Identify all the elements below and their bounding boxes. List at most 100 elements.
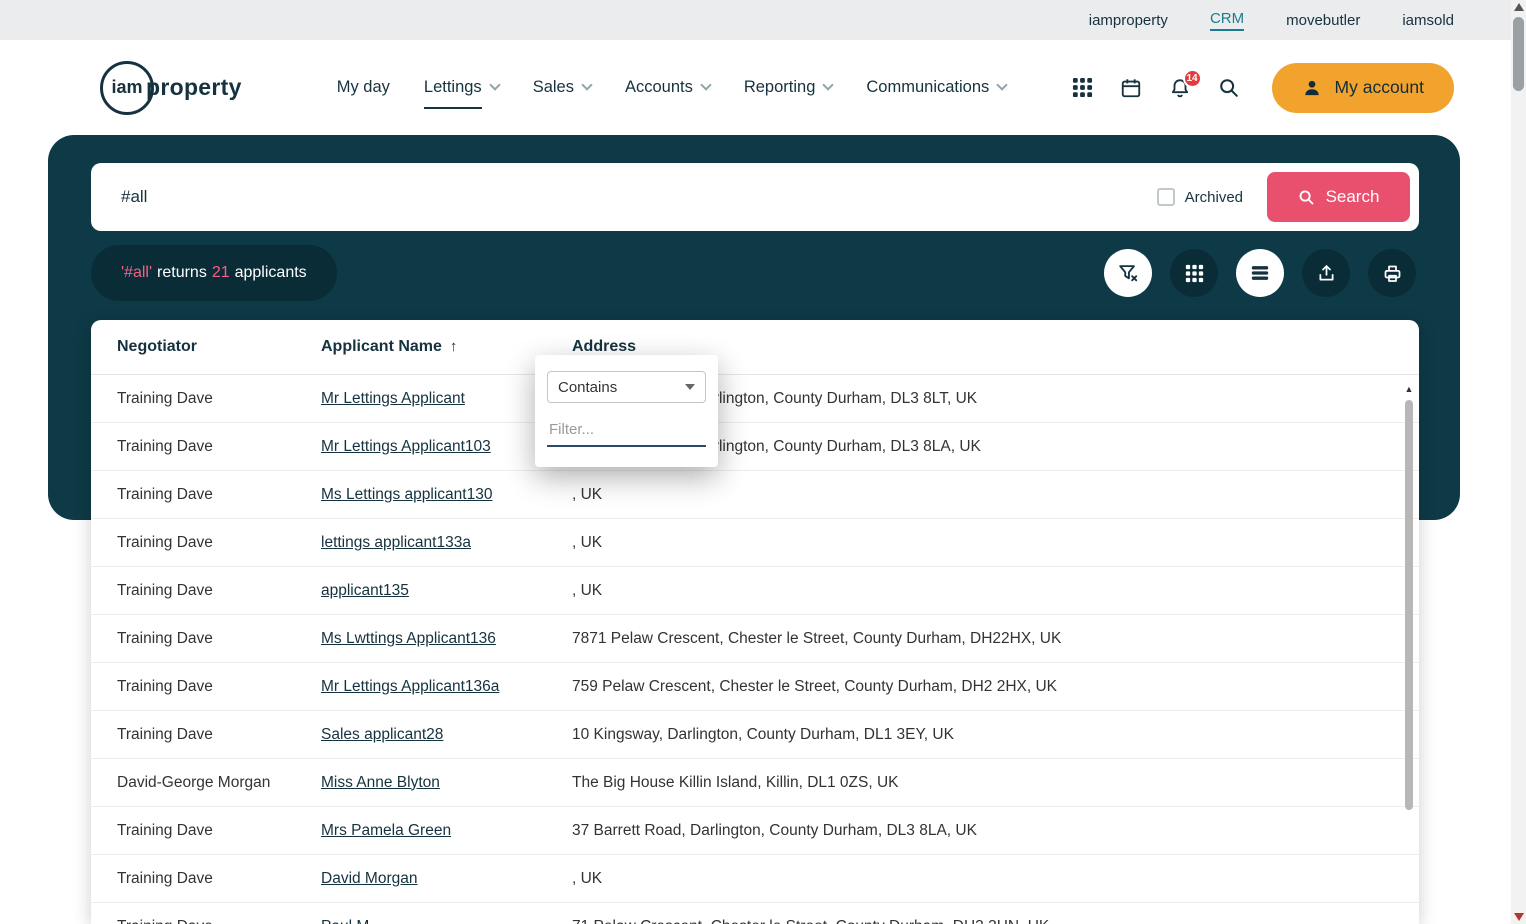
address-cell: 37 Barrett Road, Darlington, County Durh… — [572, 821, 977, 839]
main-header: iam property My day Lettings Sales Accou… — [0, 40, 1526, 135]
column-filter-popup: Contains — [535, 355, 718, 467]
chevron-down-icon — [700, 79, 712, 91]
address-cell: 10 Kingsway, Darlington, County Durham, … — [572, 725, 954, 743]
grid-view-button[interactable] — [1170, 249, 1218, 297]
applicant-link[interactable]: Mr Lettings Applicant136a — [321, 678, 499, 695]
scroll-up-arrow-icon[interactable]: ▲ — [1402, 382, 1416, 396]
address-cell: 759 Pelaw Crescent, Chester le Street, C… — [572, 677, 1058, 695]
scroll-up-arrow-icon[interactable] — [1514, 3, 1524, 11]
search-button[interactable]: Search — [1267, 172, 1410, 222]
table-row: Training Dave Paul M 71 Pelaw Crescent, … — [91, 903, 1419, 924]
apps-grid-icon[interactable] — [1072, 77, 1093, 98]
applicant-link[interactable]: Miss Anne Blyton — [321, 774, 440, 791]
table-row: Training Dave David Morgan , UK — [91, 855, 1419, 903]
applicant-link[interactable]: Paul M — [321, 918, 369, 924]
table-scrollbar-thumb[interactable] — [1405, 400, 1413, 810]
archived-filter: Archived — [1156, 188, 1243, 206]
address-cell: , UK — [572, 869, 603, 887]
nav-item-reporting[interactable]: Reporting — [744, 78, 835, 97]
nav-item-accounts[interactable]: Accounts — [625, 78, 712, 97]
applicant-link[interactable]: Mrs Pamela Green — [321, 822, 451, 839]
applicant-link[interactable]: lettings applicant133a — [321, 534, 471, 551]
primary-nav: My day Lettings Sales Accounts Reporting… — [337, 78, 1008, 109]
print-button[interactable] — [1368, 249, 1416, 297]
table-row: Training Dave Ms Lettings applicant130 ,… — [91, 471, 1419, 519]
address-cell: The Big House Killin Island, Killin, DL1… — [572, 773, 899, 791]
applicant-link[interactable]: Ms Lettings applicant130 — [321, 486, 492, 503]
search-icon — [1298, 189, 1315, 206]
sort-asc-icon: ↑ — [449, 338, 458, 355]
address-cell: , UK — [572, 485, 603, 503]
nav-item-sales[interactable]: Sales — [533, 78, 593, 97]
address-cell: , UK — [572, 533, 603, 551]
notification-badge: 14 — [1182, 68, 1202, 88]
applicant-link[interactable]: Ms Lwttings Applicant136 — [321, 630, 496, 647]
negotiator-cell: Training Dave — [117, 389, 213, 407]
nav-item-lettings[interactable]: Lettings — [423, 78, 501, 109]
chevron-down-icon — [489, 79, 501, 91]
negotiator-cell: Training Dave — [117, 629, 213, 647]
archived-checkbox[interactable] — [1156, 188, 1175, 206]
nav-item-communications[interactable]: Communications — [866, 78, 1008, 97]
table-scrollbar[interactable]: ▲ — [1402, 382, 1416, 924]
table-row: Training Dave Ms Lwttings Applicant136 7… — [91, 615, 1419, 663]
table-body: Training Dave Mr Lettings Applicant Darl… — [91, 375, 1419, 924]
chevron-down-icon — [996, 79, 1008, 91]
results-row: '#all' returns 21 applicants — [91, 245, 1416, 301]
negotiator-cell: Training Dave — [117, 725, 213, 743]
header-icon-group: 14 — [1072, 68, 1240, 99]
iamproperty-logo[interactable]: iam property — [100, 60, 242, 115]
table-view-button[interactable] — [1236, 249, 1284, 297]
table-row: Training Dave lettings applicant133a , U… — [91, 519, 1419, 567]
scroll-down-arrow-icon[interactable] — [1514, 913, 1524, 921]
person-icon — [1302, 78, 1322, 98]
results-query: '#all' — [121, 264, 153, 281]
chevron-down-icon — [822, 79, 835, 91]
negotiator-cell: Training Dave — [117, 869, 213, 887]
results-summary-pill: '#all' returns 21 applicants — [91, 245, 337, 301]
bell-icon[interactable]: 14 — [1169, 68, 1202, 99]
my-account-button[interactable]: My account — [1271, 62, 1454, 113]
search-input[interactable] — [91, 187, 1157, 207]
applicant-link[interactable]: David Morgan — [321, 870, 418, 887]
filter-operator-select[interactable]: Contains — [547, 371, 706, 403]
chevron-down-icon — [685, 384, 695, 390]
archived-label: Archived — [1184, 188, 1243, 206]
view-toolbar — [1104, 249, 1416, 297]
column-header-address[interactable]: Address — [572, 338, 1419, 356]
negotiator-cell: Training Dave — [117, 821, 213, 839]
table-header-row: Negotiator Applicant Name ↑ Address — [91, 320, 1419, 375]
applicant-link[interactable]: Mr Lettings Applicant103 — [321, 438, 491, 455]
applicant-link[interactable]: Mr Lettings Applicant — [321, 390, 465, 407]
table-row: David-George Morgan Miss Anne Blyton The… — [91, 759, 1419, 807]
page-scrollbar-thumb[interactable] — [1513, 17, 1524, 91]
negotiator-cell: Training Dave — [117, 437, 213, 455]
page-scrollbar[interactable] — [1511, 0, 1526, 924]
applicant-link[interactable]: applicant135 — [321, 582, 409, 599]
table-row: Training Dave Mr Lettings Applicant Darl… — [91, 375, 1419, 423]
negotiator-cell: Training Dave — [117, 485, 213, 503]
negotiator-cell: Training Dave — [117, 533, 213, 551]
logo-property-text: property — [146, 74, 242, 100]
topbar-link-crm[interactable]: CRM — [1209, 10, 1245, 31]
search-icon[interactable] — [1218, 77, 1240, 99]
export-button[interactable] — [1302, 249, 1350, 297]
filter-text-input[interactable] — [547, 419, 706, 447]
column-header-negotiator[interactable]: Negotiator — [91, 338, 321, 356]
address-cell: 71 Pelaw Crescent, Chester le Street, Co… — [572, 918, 1419, 924]
address-cell: 7871 Pelaw Crescent, Chester le Street, … — [572, 629, 1062, 647]
calendar-icon[interactable] — [1120, 77, 1142, 99]
topbar-link-iamproperty[interactable]: iamproperty — [1089, 12, 1168, 29]
top-brand-bar: iamproperty CRM movebutler iamsold — [0, 0, 1526, 40]
topbar-link-movebutler[interactable]: movebutler — [1286, 12, 1360, 29]
crm-page: iamproperty CRM movebutler iamsold iam p… — [0, 0, 1526, 924]
clear-filter-button[interactable] — [1104, 249, 1152, 297]
applicant-search-bar: Archived Search — [91, 163, 1419, 231]
table-row: Training Dave Sales applicant28 10 Kings… — [91, 711, 1419, 759]
applicants-table: Negotiator Applicant Name ↑ Address Train… — [91, 320, 1419, 924]
nav-item-my-day[interactable]: My day — [337, 78, 390, 97]
topbar-link-iamsold[interactable]: iamsold — [1402, 12, 1454, 29]
applicant-link[interactable]: Sales applicant28 — [321, 726, 443, 743]
table-row: Training Dave Mr Lettings Applicant136a … — [91, 663, 1419, 711]
column-header-applicant-name[interactable]: Applicant Name ↑ — [321, 338, 572, 356]
